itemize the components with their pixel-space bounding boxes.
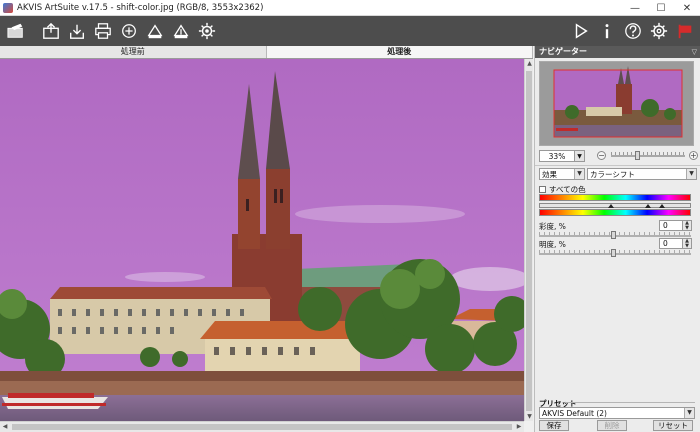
preferences-icon[interactable] <box>646 18 672 44</box>
save-preset-button[interactable]: 保存 <box>539 420 569 431</box>
chevron-down-icon[interactable]: ▼ <box>574 169 584 179</box>
effect-select[interactable]: カラーシフト ▼ <box>587 168 697 180</box>
zoom-control: 33% ▼ − + <box>539 150 698 162</box>
scroll-right-icon[interactable]: ▶ <box>514 422 524 432</box>
main-toolbar <box>0 16 700 46</box>
tab-before[interactable]: 処理前 <box>0 46 267 58</box>
zoom-out-icon[interactable]: − <box>597 151 606 160</box>
collapse-icon[interactable]: ▽ <box>692 46 697 58</box>
flag-icon[interactable] <box>672 18 698 44</box>
divider <box>535 165 700 166</box>
chevron-down-icon[interactable]: ▼ <box>686 169 696 179</box>
maximize-button[interactable]: ☐ <box>648 0 674 16</box>
help-icon[interactable] <box>620 18 646 44</box>
processed-photo <box>0 59 524 421</box>
zoom-dropdown-icon[interactable]: ▼ <box>575 150 585 162</box>
scroll-left-icon[interactable]: ◀ <box>0 422 10 432</box>
horizontal-scrollbar[interactable]: ◀ ▶ <box>0 421 524 432</box>
brightness-slider-handle[interactable] <box>611 249 616 257</box>
export-icon[interactable] <box>168 18 194 44</box>
saturation-spinner-icon[interactable]: ▲ ▼ <box>683 220 692 231</box>
open-brush-icon[interactable] <box>2 18 30 44</box>
share-icon[interactable] <box>116 18 142 44</box>
checkbox-box[interactable] <box>539 186 546 193</box>
source-hue-bar <box>539 194 691 201</box>
target-hue-bar <box>539 209 691 216</box>
zoom-input[interactable]: 33% <box>539 150 575 162</box>
minimize-button[interactable]: — <box>622 0 648 16</box>
close-button[interactable]: ✕ <box>674 0 700 16</box>
scroll-down-icon[interactable]: ▼ <box>525 412 534 421</box>
preset-select-value: AKVIS Default (2) <box>542 409 607 418</box>
app-icon <box>3 2 13 13</box>
chevron-down-icon[interactable]: ▼ <box>684 408 694 418</box>
view-tabs: 処理前 処理後 <box>0 46 533 59</box>
title-bar: AKVIS ArtSuite v.17.5 - shift-color.jpg … <box>0 0 700 16</box>
run-icon[interactable] <box>568 18 594 44</box>
zoom-slider[interactable] <box>611 155 685 157</box>
group-select-label: 効果 <box>542 170 557 179</box>
tab-after[interactable]: 処理後 <box>266 46 533 58</box>
scroll-up-icon[interactable]: ▲ <box>525 59 534 68</box>
image-canvas[interactable] <box>0 59 524 421</box>
batch-icon[interactable] <box>142 18 168 44</box>
delete-preset-button[interactable]: 削除 <box>597 420 627 431</box>
save-icon[interactable] <box>64 18 90 44</box>
presets-divider <box>565 402 695 403</box>
print-icon[interactable] <box>90 18 116 44</box>
saturation-slider-handle[interactable] <box>611 231 616 239</box>
navigator-preview[interactable] <box>539 61 694 146</box>
brightness-spinner-icon[interactable]: ▲ ▼ <box>683 238 692 249</box>
hue-range-marker[interactable] <box>645 204 651 208</box>
brightness-input[interactable]: 0 <box>659 238 683 249</box>
zoom-slider-handle[interactable] <box>635 151 640 160</box>
settings-cog-icon[interactable] <box>194 18 220 44</box>
preset-select[interactable]: AKVIS Default (2) ▼ <box>539 407 695 419</box>
vertical-scrollbar[interactable]: ▲ ▼ <box>524 59 533 421</box>
saturation-input[interactable]: 0 <box>659 220 683 231</box>
navigator-title: ナビゲーター <box>539 47 587 56</box>
window-title: AKVIS ArtSuite v.17.5 - shift-color.jpg … <box>17 2 264 13</box>
navigator-header: ナビゲーター ▽ <box>535 46 700 58</box>
effect-select-value: カラーシフト <box>590 170 635 179</box>
hue-range-track[interactable] <box>539 203 691 208</box>
navigator-thumbnail <box>540 62 693 145</box>
info-icon[interactable] <box>594 18 620 44</box>
all-colors-checkbox[interactable]: すべての色 <box>539 185 586 194</box>
hue-range-marker[interactable] <box>608 204 614 208</box>
saturation-label: 彩度, % <box>539 222 566 231</box>
open-file-icon[interactable] <box>38 18 64 44</box>
vertical-scroll-thumb[interactable] <box>526 71 532 411</box>
reset-preset-button[interactable]: リセット <box>653 420 693 431</box>
group-select[interactable]: 効果 ▼ <box>539 168 585 180</box>
hue-range-marker[interactable] <box>659 204 665 208</box>
zoom-in-icon[interactable]: + <box>689 151 698 160</box>
horizontal-scroll-thumb[interactable] <box>12 424 512 430</box>
brightness-label: 明度, % <box>539 240 566 249</box>
settings-panel: ナビゲーター ▽ 33% ▼ − + 効果 ▼ カラーシフト ▼ すべての色 彩… <box>534 46 700 432</box>
